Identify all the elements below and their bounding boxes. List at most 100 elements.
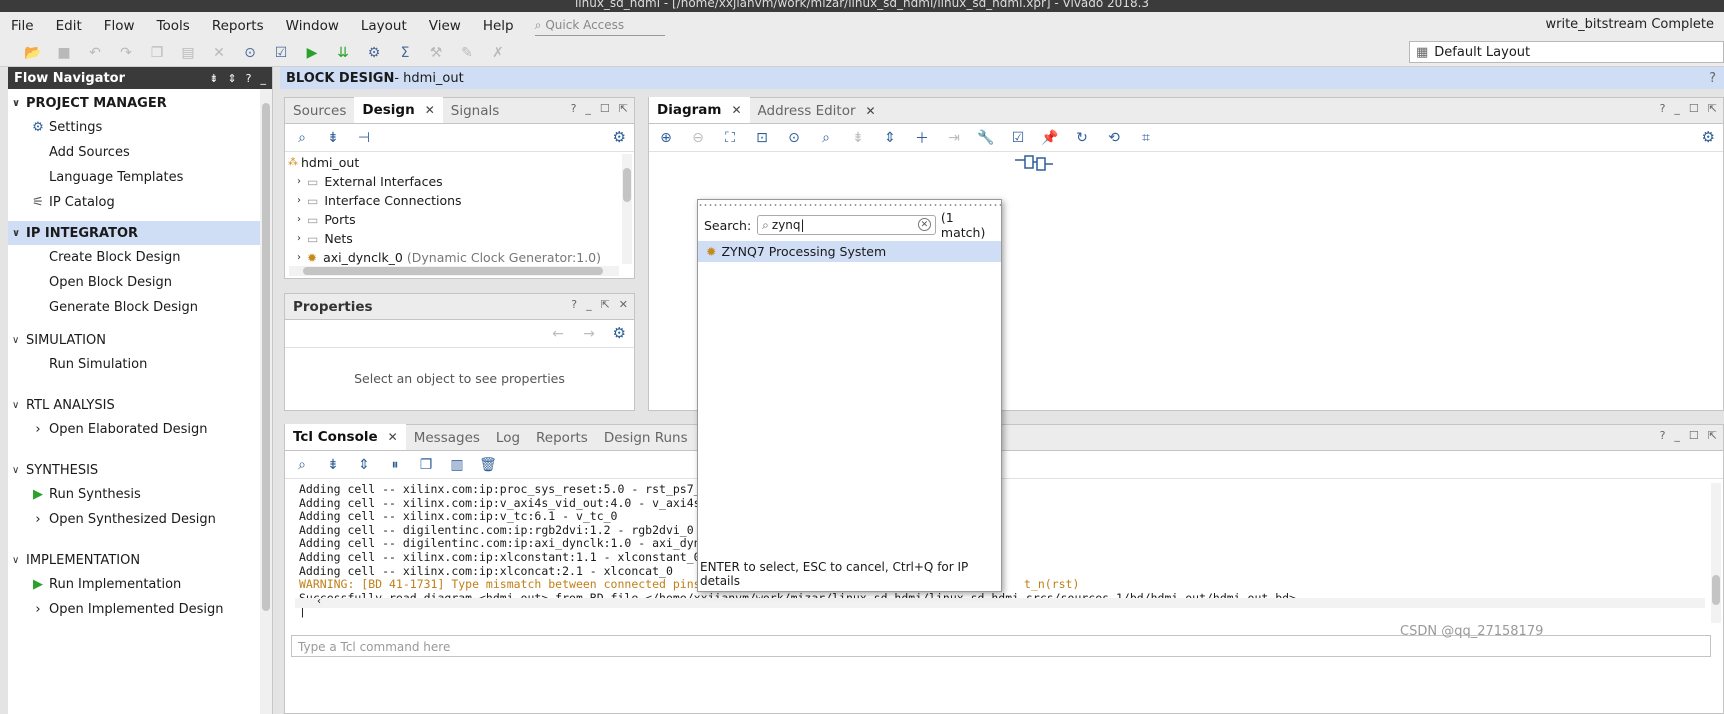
nav-language-templates[interactable]: Language Templates bbox=[8, 165, 272, 190]
float-icon[interactable]: ⇱ bbox=[619, 102, 628, 115]
close-icon[interactable]: ✕ bbox=[388, 430, 398, 444]
tab-sources[interactable]: Sources bbox=[285, 99, 354, 123]
close-icon[interactable]: ✕ bbox=[731, 103, 741, 117]
pause-icon[interactable]: ⏸ bbox=[384, 454, 406, 476]
gear-icon[interactable]: ⚙ bbox=[1702, 128, 1715, 146]
tree-hscrollbar[interactable] bbox=[289, 266, 619, 276]
tool-icon-b[interactable]: ✎ bbox=[456, 42, 478, 64]
tab-messages[interactable]: Messages bbox=[406, 426, 488, 450]
sigma-icon[interactable]: Σ bbox=[394, 42, 416, 64]
add-ip-icon[interactable]: ＋ bbox=[911, 127, 933, 149]
console-scrollbar[interactable] bbox=[1711, 483, 1721, 623]
ip-result-item[interactable]: ✹ ZYNQ7 Processing System bbox=[698, 241, 1001, 262]
collapse-all-icon[interactable]: ⇟ bbox=[322, 127, 344, 149]
nav-open-block-design[interactable]: Open Block Design bbox=[8, 270, 272, 295]
minimize-icon[interactable]: _ bbox=[261, 72, 267, 85]
hierarchy-icon[interactable]: ⊣ bbox=[353, 127, 375, 149]
nav-open-implemented-design[interactable]: › Open Implemented Design bbox=[8, 597, 272, 622]
minimize-icon[interactable]: _ bbox=[585, 102, 591, 115]
menu-help[interactable]: Help bbox=[472, 18, 525, 34]
maximize-icon[interactable]: ☐ bbox=[1689, 102, 1699, 115]
tree-item[interactable]: › ▭ Interface Connections bbox=[285, 191, 634, 210]
delete-icon[interactable]: ✕ bbox=[208, 42, 230, 64]
tool-icon-c[interactable]: ✗ bbox=[487, 42, 509, 64]
expand-all-icon[interactable]: ⇕ bbox=[879, 127, 901, 149]
diagram-thumbnail[interactable] bbox=[1015, 154, 1055, 172]
tab-diagram[interactable]: Diagram ✕ bbox=[649, 97, 750, 123]
help-icon[interactable]: ? bbox=[246, 72, 252, 85]
collapse-all-icon[interactable]: ⇟ bbox=[322, 454, 344, 476]
help-icon[interactable]: ? bbox=[1660, 102, 1666, 115]
open-project-icon[interactable]: 📂 bbox=[22, 42, 44, 64]
nav-open-synthesized-design[interactable]: › Open Synthesized Design bbox=[8, 507, 272, 532]
collapse-all-icon[interactable]: ⇟ bbox=[209, 72, 218, 85]
wrench-icon[interactable]: 🔧 bbox=[975, 127, 997, 149]
float-icon[interactable]: ⇱ bbox=[1708, 429, 1717, 442]
menu-layout[interactable]: Layout bbox=[350, 18, 418, 34]
tab-signals[interactable]: Signals bbox=[443, 99, 508, 123]
copy-icon[interactable]: ❐ bbox=[415, 454, 437, 476]
nav-generate-block-design[interactable]: Generate Block Design bbox=[8, 295, 272, 320]
pin-icon[interactable]: 📌 bbox=[1039, 127, 1061, 149]
expand-all-icon[interactable]: ⇕ bbox=[353, 454, 375, 476]
float-icon[interactable]: ⇱ bbox=[601, 298, 610, 311]
menu-window[interactable]: Window bbox=[275, 18, 350, 34]
section-synthesis[interactable]: ∨ SYNTHESIS bbox=[8, 458, 272, 482]
nav-run-implementation[interactable]: ▶ Run Implementation bbox=[8, 572, 272, 597]
nav-run-synthesis[interactable]: ▶ Run Synthesis bbox=[8, 482, 272, 507]
console-hscrollbar[interactable]: ‹ bbox=[295, 596, 1705, 608]
gear-icon[interactable]: ⚙ bbox=[613, 324, 626, 342]
regenerate-layout-icon[interactable]: ⟲ bbox=[1103, 127, 1125, 149]
program-icon[interactable]: ⇊ bbox=[332, 42, 354, 64]
settings-gear-icon[interactable]: ⚙ bbox=[363, 42, 385, 64]
undo-icon[interactable]: ↶ bbox=[84, 42, 106, 64]
scrollbar-thumb[interactable] bbox=[262, 103, 270, 611]
section-ip-integrator[interactable]: ∨ IP INTEGRATOR bbox=[8, 221, 272, 245]
nav-run-simulation[interactable]: Run Simulation bbox=[8, 352, 272, 377]
minimize-icon[interactable]: _ bbox=[1674, 429, 1680, 442]
refresh-icon[interactable]: ↻ bbox=[1071, 127, 1093, 149]
paste-icon[interactable]: ▤ bbox=[177, 42, 199, 64]
tree-item[interactable]: › ✹ axi_dynclk_0 (Dynamic Clock Generator:… bbox=[285, 248, 634, 267]
save-icon[interactable]: ■ bbox=[53, 42, 75, 64]
float-icon[interactable]: ⇱ bbox=[1708, 102, 1717, 115]
search-icon[interactable]: ⌕ bbox=[291, 127, 313, 149]
table-icon[interactable]: ▥ bbox=[446, 454, 468, 476]
binoculars-icon[interactable]: ⊙ bbox=[239, 42, 261, 64]
nav-create-block-design[interactable]: Create Block Design bbox=[8, 245, 272, 270]
close-icon[interactable]: ✕ bbox=[619, 298, 628, 311]
close-icon[interactable]: ✕ bbox=[425, 103, 435, 117]
validate-icon[interactable]: ☑ bbox=[1007, 127, 1029, 149]
trash-icon[interactable]: 🗑 bbox=[477, 454, 499, 476]
ip-search-input[interactable]: ⌕ zynq | ✕ bbox=[757, 215, 936, 235]
maximize-icon[interactable]: ☐ bbox=[1689, 429, 1699, 442]
help-icon[interactable]: ? bbox=[1709, 71, 1716, 86]
help-icon[interactable]: ? bbox=[571, 298, 577, 311]
layout-select[interactable]: ▦ Default Layout bbox=[1409, 41, 1724, 63]
tree-item[interactable]: › ▭ Ports bbox=[285, 210, 634, 229]
tab-design-runs[interactable]: Design Runs bbox=[596, 426, 696, 450]
section-rtl-analysis[interactable]: ∨ RTL ANALYSIS bbox=[8, 393, 272, 417]
expand-icon[interactable]: ⇕ bbox=[227, 72, 236, 85]
menu-flow[interactable]: Flow bbox=[93, 18, 146, 34]
autofit-icon[interactable]: ⊙ bbox=[783, 127, 805, 149]
tree-root[interactable]: ⁂ hdmi_out bbox=[285, 153, 634, 172]
close-icon[interactable]: ✕ bbox=[866, 104, 876, 118]
nav-ip-catalog[interactable]: ⚟ IP Catalog bbox=[8, 190, 272, 215]
gear-icon[interactable]: ⚙ bbox=[613, 128, 626, 146]
nav-add-sources[interactable]: Add Sources bbox=[8, 140, 272, 165]
zoom-area-icon[interactable]: ⊡ bbox=[751, 127, 773, 149]
forward-arrow-icon[interactable]: → bbox=[578, 323, 600, 345]
minimize-icon[interactable]: _ bbox=[586, 298, 592, 311]
copy-icon[interactable]: ❐ bbox=[146, 42, 168, 64]
tab-address-editor[interactable]: Address Editor ✕ bbox=[750, 99, 884, 123]
tree-item[interactable]: › ▭ Nets bbox=[285, 229, 634, 248]
make-external-icon[interactable]: ⇥ bbox=[943, 127, 965, 149]
tab-design[interactable]: Design ✕ bbox=[354, 97, 443, 123]
quick-access-input[interactable]: ⌕ Quick Access bbox=[534, 16, 665, 36]
redo-icon[interactable]: ↷ bbox=[115, 42, 137, 64]
nav-open-elaborated-design[interactable]: › Open Elaborated Design bbox=[8, 417, 272, 442]
tool-icon-a[interactable]: ⚒ bbox=[425, 42, 447, 64]
menu-tools[interactable]: Tools bbox=[146, 18, 201, 34]
clear-icon[interactable]: ✕ bbox=[917, 218, 931, 231]
